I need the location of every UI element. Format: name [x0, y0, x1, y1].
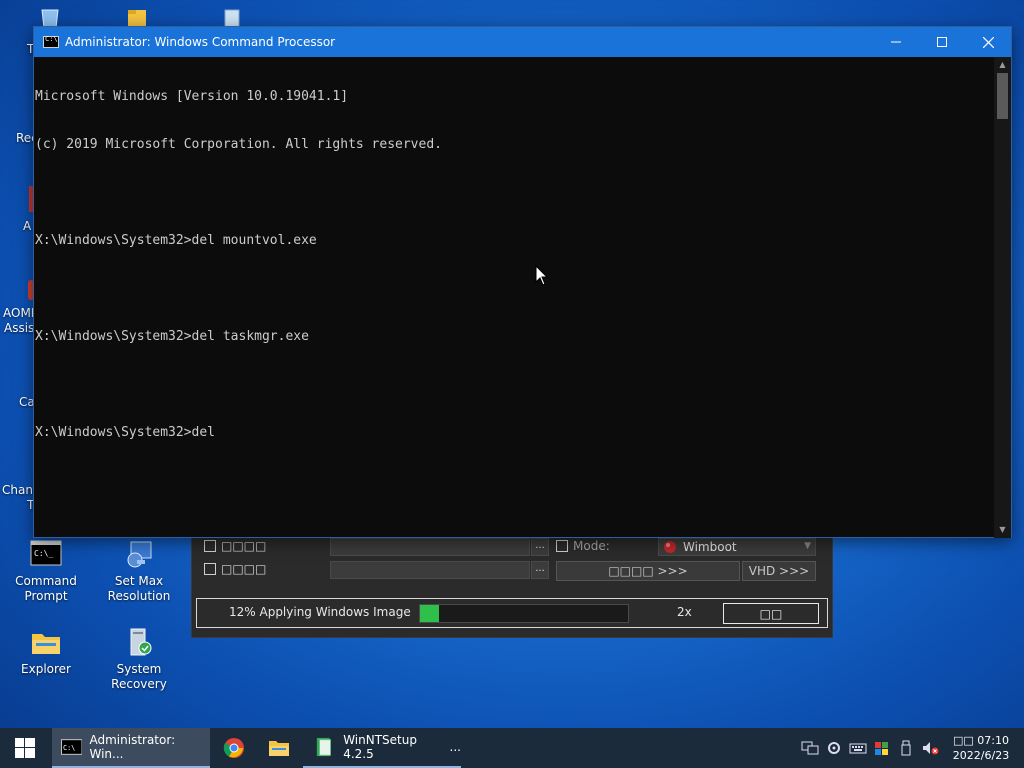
- winntsetup-icon: [316, 737, 331, 757]
- desktop-icon-system-recovery[interactable]: System Recovery: [94, 626, 184, 692]
- wimboot-icon: [664, 541, 676, 553]
- minimize-icon: [891, 41, 901, 43]
- svg-text:C:\: C:\: [63, 744, 75, 752]
- taskbar-item-winntsetup[interactable]: WinNTSetup 4.2.5 ...: [303, 728, 461, 768]
- desktop-icon-top-2[interactable]: [126, 8, 148, 28]
- partial-label-4: AOMI: [3, 306, 35, 320]
- console-line: X:\Windows\System32>del mountvol.exe: [35, 233, 317, 248]
- cmd-titlebar[interactable]: Administrator: Windows Command Processor: [34, 27, 1011, 57]
- start-button[interactable]: [0, 728, 50, 768]
- winntsetup-status-bar: 12% Applying Windows Image 2x □□: [196, 598, 828, 628]
- taskbar-clock[interactable]: □□ 07:10 2022/6/23: [946, 733, 1016, 763]
- winntsetup-row-2-label: □□□□: [221, 562, 267, 576]
- winntsetup-mode-value: Wimboot: [683, 540, 737, 554]
- folder-icon: [30, 626, 62, 658]
- winntsetup-progress-fill: [420, 605, 439, 622]
- scroll-down-arrow-icon[interactable]: ▼: [994, 522, 1011, 538]
- desktop-icon-set-max-resolution[interactable]: Set Max Resolution: [94, 538, 184, 604]
- desktop-icon-command-prompt[interactable]: C:\_ Command Prompt: [1, 538, 91, 604]
- keyboard-icon[interactable]: [849, 739, 867, 757]
- desktop-icon-top-3[interactable]: [222, 8, 242, 29]
- close-button[interactable]: [965, 27, 1011, 57]
- taskbar-item-winntsetup-label: WinNTSetup 4.2.5: [343, 733, 417, 761]
- winntsetup-path-field-2[interactable]: [330, 561, 530, 579]
- taskbar: C:\ Administrator: Win... WinNTSetup 4.2…: [0, 728, 1024, 768]
- maximize-button[interactable]: [919, 27, 965, 57]
- winntsetup-row-2: □□□□: [204, 559, 266, 579]
- command-prompt-icon: C:\_: [30, 538, 62, 570]
- cmd-window-title: Administrator: Windows Command Processor: [65, 35, 336, 49]
- desktop-icon-explorer[interactable]: Explorer: [1, 626, 91, 677]
- winntsetup-vhd-button[interactable]: VHD >>>: [742, 561, 816, 581]
- cmd-scrollbar[interactable]: ▲ ▼: [994, 57, 1011, 538]
- usb-drive-icon[interactable]: [897, 739, 915, 757]
- svg-text:C:\_: C:\_: [34, 549, 53, 558]
- chrome-icon: [223, 738, 244, 758]
- winntsetup-mode-row: Mode:: [556, 536, 610, 556]
- winntsetup-status-text: 12% Applying Windows Image: [229, 605, 411, 619]
- desktop-icon-top-1[interactable]: [38, 8, 62, 29]
- color-display-icon[interactable]: [873, 739, 891, 757]
- winntsetup-mode-select[interactable]: Wimboot ▼: [658, 538, 816, 556]
- scroll-up-arrow-icon[interactable]: ▲: [994, 57, 1011, 73]
- network-icon[interactable]: [801, 739, 819, 757]
- cmd-app-icon: [43, 35, 59, 48]
- winntsetup-mode-checkbox[interactable]: [556, 540, 568, 552]
- winntsetup-setup-button[interactable]: □□□□ >>>: [556, 561, 740, 581]
- scroll-thumb[interactable]: [997, 73, 1008, 119]
- desktop-icon-label: System Recovery: [111, 662, 167, 691]
- folder-icon: [269, 741, 289, 756]
- settings-icon[interactable]: [825, 739, 843, 757]
- cmd-window[interactable]: Administrator: Windows Command Processor…: [33, 26, 1012, 538]
- monitor-icon: [123, 538, 155, 570]
- taskbar-item-winntsetup-more: ...: [449, 740, 461, 754]
- folder-icon: [128, 10, 146, 28]
- partial-label-3: A: [23, 219, 32, 233]
- console-line: (c) 2019 Microsoft Corporation. All righ…: [35, 137, 442, 152]
- winntsetup-browse-button-2[interactable]: ...: [531, 561, 549, 579]
- winntsetup-progress-bar: [419, 604, 629, 623]
- volume-muted-icon[interactable]: [921, 739, 939, 757]
- winntsetup-checkbox-1[interactable]: [204, 540, 216, 552]
- taskbar-item-cmd-label: Administrator: Win...: [89, 733, 176, 761]
- command-prompt-icon: C:\: [61, 739, 83, 755]
- minimize-button[interactable]: [873, 27, 919, 57]
- winntsetup-row-1: □□□□: [204, 536, 266, 556]
- winntsetup-path-field-1[interactable]: [330, 538, 530, 556]
- system-recovery-icon: [123, 626, 155, 658]
- console-line: X:\Windows\System32>del taskmgr.exe: [35, 329, 309, 344]
- winntsetup-browse-button-1[interactable]: ...: [531, 538, 549, 556]
- winntsetup-checkbox-2[interactable]: [204, 563, 216, 575]
- recycle-bin-icon: [41, 9, 59, 29]
- winntsetup-cancel-button[interactable]: □□: [723, 603, 819, 624]
- document-icon: [224, 9, 240, 29]
- winntsetup-row-1-label: □□□□: [221, 539, 267, 553]
- taskbar-item-chrome[interactable]: [214, 728, 254, 768]
- clock-date: 2022/6/23: [952, 749, 1010, 762]
- chevron-down-icon: ▼: [804, 541, 811, 551]
- system-tray: □□ 07:10 2022/6/23: [798, 728, 1024, 768]
- console-line: X:\Windows\System32>del: [35, 425, 216, 440]
- close-icon: [982, 36, 994, 48]
- desktop-icon-label: Set Max Resolution: [107, 574, 171, 603]
- console-line: Microsoft Windows [Version 10.0.19041.1]: [35, 89, 349, 104]
- taskbar-item-explorer[interactable]: [258, 728, 300, 768]
- taskbar-item-cmd[interactable]: C:\ Administrator: Win...: [52, 728, 210, 768]
- winntsetup-speed: 2x: [677, 605, 692, 619]
- desktop-icon-label: Command Prompt: [15, 574, 77, 603]
- clock-time: □□ 07:10: [953, 734, 1009, 747]
- mouse-cursor-icon: [535, 265, 549, 286]
- maximize-icon: [937, 37, 947, 47]
- winntsetup-mode-label: Mode:: [573, 539, 610, 553]
- windows-logo-icon: [15, 738, 35, 758]
- desktop-icon-label: Explorer: [21, 662, 71, 676]
- cmd-console[interactable]: Microsoft Windows [Version 10.0.19041.1]…: [34, 57, 996, 538]
